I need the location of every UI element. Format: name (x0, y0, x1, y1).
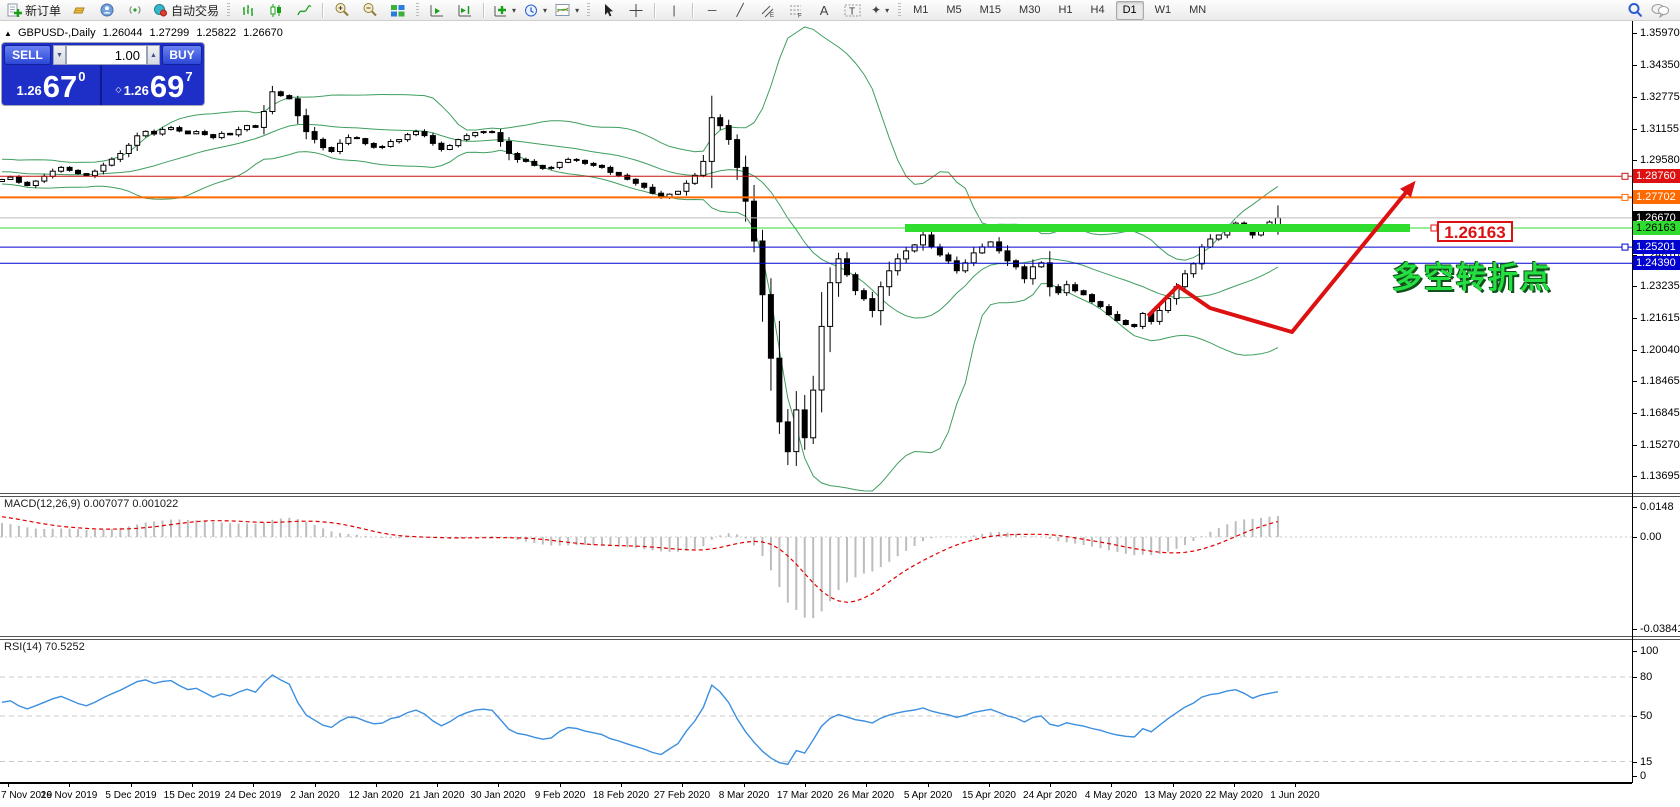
sell-price-prefix: 1.26 (16, 83, 42, 98)
sell-button[interactable]: SELL (4, 45, 51, 65)
buy-price-prefix: 1.26 (123, 83, 149, 98)
buy-price-point: 7 (185, 69, 193, 84)
volume-increase-button[interactable]: ▲ (147, 45, 160, 65)
price-chart[interactable] (0, 26, 1632, 492)
sell-price[interactable]: 1.26 67 0 (2, 65, 102, 105)
support-price-label[interactable]: 1.26163 (1437, 221, 1513, 242)
sell-price-pips: 67 (42, 69, 78, 104)
buy-button[interactable]: BUY (162, 45, 202, 65)
diamond-icon: ◇ (115, 85, 122, 94)
chart-marker-icon: ▲ (4, 29, 12, 38)
axis-price-tag: 1.26163 (1633, 221, 1680, 235)
axis-price-tag: 1.25201 (1633, 240, 1680, 254)
turning-point-annotation[interactable]: 多空转折点 (1392, 253, 1552, 297)
buy-price[interactable]: ◇ 1.26 69 7 (104, 65, 204, 105)
chevron-up-icon: ▲ (150, 51, 157, 59)
macd-chart[interactable] (0, 515, 1632, 619)
ohlc-close: 1.26670 (243, 27, 283, 39)
volume-decrease-button[interactable]: ▼ (53, 45, 66, 65)
axis-price-tag: 1.24390 (1633, 256, 1680, 270)
axis-price-tag: 1.27702 (1633, 190, 1680, 204)
chart-title-bar: ▲ GBPUSD-,Daily 1.26044 1.27299 1.25822 … (4, 27, 287, 39)
buy-price-pips: 69 (149, 69, 185, 104)
volume-input[interactable] (66, 45, 147, 65)
axis-price-tag: 1.28760 (1633, 169, 1680, 183)
chart-canvas[interactable] (0, 0, 1680, 807)
mt4-window: 新订单 自动交易 ▾ ▾ ▾ | ─ ╱ E F A T ✦ ▾ M1 M5 M… (0, 0, 1680, 807)
rsi-chart[interactable] (0, 674, 1632, 766)
ohlc-low: 1.25822 (196, 27, 237, 39)
one-click-trading-panel: SELL ▼ ▲ BUY 1.26 67 0 ◇ 1.26 69 7 (2, 43, 204, 105)
chart-symbol-period: GBPUSD-,Daily (17, 27, 96, 39)
ohlc-open: 1.26044 (102, 27, 143, 39)
macd-label: MACD(12,26,9) 0.007077 0.001022 (4, 498, 179, 510)
ohlc-high: 1.27299 (149, 27, 190, 39)
chevron-down-icon: ▼ (56, 51, 63, 59)
sell-price-point: 0 (78, 69, 86, 84)
rsi-label: RSI(14) 70.5252 (4, 641, 85, 653)
